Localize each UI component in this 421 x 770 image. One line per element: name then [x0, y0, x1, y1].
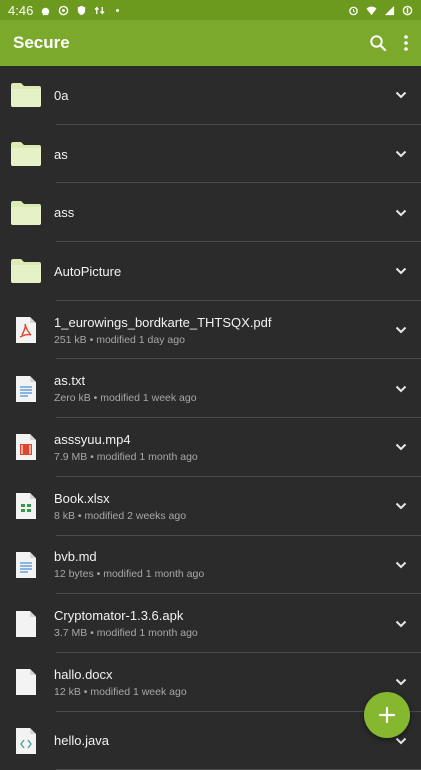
- item-name: as.txt: [54, 373, 86, 389]
- app-title: Secure: [13, 33, 70, 52]
- list-item[interactable]: Cryptomator-1.3.6.apk 3.7 MB • modified 1…: [0, 594, 421, 653]
- list-item[interactable]: hello.java: [0, 712, 421, 770]
- shield-icon: [78, 5, 86, 15]
- overflow-menu-icon[interactable]: [403, 34, 409, 52]
- alarm-icon: [349, 6, 358, 15]
- file-list: 0a as ass AutoPicture 1_eurowings_bordkarte_…: [0, 66, 421, 770]
- list-item[interactable]: as.txt Zero kB • modified 1 week ago: [0, 359, 421, 418]
- search-icon[interactable]: [369, 34, 387, 52]
- list-item[interactable]: 0a: [0, 66, 421, 125]
- item-meta: 12 kB • modified 1 week ago: [54, 685, 187, 698]
- wifi-icon: [366, 6, 377, 15]
- item-name: Book.xlsx: [54, 490, 110, 506]
- pdf-file-icon: [0, 316, 54, 344]
- chevron-down-icon[interactable]: [381, 385, 421, 393]
- file-icon: [0, 610, 54, 638]
- chevron-down-icon[interactable]: [381, 502, 421, 510]
- item-name: 0a: [54, 87, 69, 103]
- item-meta: 3.7 MB • modified 1 month ago: [54, 627, 198, 640]
- target-icon: [59, 5, 69, 15]
- item-name: as: [54, 146, 68, 162]
- spreadsheet-file-icon: [0, 492, 54, 520]
- folder-icon: [0, 141, 54, 167]
- video-file-icon: [0, 433, 54, 461]
- list-item[interactable]: ass: [0, 183, 421, 242]
- plus-icon: [379, 707, 395, 723]
- chevron-down-icon[interactable]: [381, 678, 421, 686]
- chevron-down-icon[interactable]: [381, 620, 421, 628]
- item-name: hello.java: [54, 733, 109, 749]
- item-name: hallo.docx: [54, 666, 113, 682]
- list-item[interactable]: 1_eurowings_bordkarte_THTSQX.pdf 251 kB •…: [0, 301, 421, 360]
- code-file-icon: [0, 727, 54, 755]
- list-item[interactable]: hallo.docx 12 kB • modified 1 week ago: [0, 653, 421, 712]
- chevron-down-icon[interactable]: [381, 150, 421, 158]
- data-transfer-icon: [94, 5, 105, 15]
- folder-icon: [0, 82, 54, 108]
- item-name: ass: [54, 205, 75, 221]
- list-item[interactable]: bvb.md 12 bytes • modified 1 month ago: [0, 536, 421, 595]
- chevron-down-icon[interactable]: [381, 443, 421, 451]
- item-meta: 251 kB • modified 1 day ago: [54, 333, 185, 346]
- chevron-down-icon[interactable]: [381, 737, 421, 745]
- signal-icon: [384, 5, 395, 15]
- text-file-icon: [0, 551, 54, 579]
- file-icon: [0, 668, 54, 696]
- status-bar: 4:46: [0, 0, 421, 20]
- item-name: Cryptomator-1.3.6.apk: [54, 608, 184, 624]
- status-time: 4:46: [8, 2, 34, 18]
- chevron-down-icon[interactable]: [381, 561, 421, 569]
- list-item[interactable]: asssyuu.mp4 7.9 MB • modified 1 month ago: [0, 418, 421, 477]
- list-item[interactable]: as: [0, 125, 421, 184]
- item-name: 1_eurowings_bordkarte_THTSQX.pdf: [54, 314, 272, 330]
- chevron-down-icon[interactable]: [381, 326, 421, 334]
- item-meta: 7.9 MB • modified 1 month ago: [54, 450, 198, 463]
- android-icon: [42, 7, 50, 15]
- item-name: asssyuu.mp4: [54, 431, 131, 447]
- chevron-down-icon[interactable]: [381, 91, 421, 99]
- battery-icon: [402, 5, 413, 15]
- item-meta: 8 kB • modified 2 weeks ago: [54, 509, 187, 522]
- item-name: bvb.md: [54, 549, 97, 565]
- item-meta: Zero kB • modified 1 week ago: [54, 392, 197, 405]
- dot-icon: [116, 8, 120, 12]
- chevron-down-icon[interactable]: [381, 267, 421, 275]
- text-file-icon: [0, 375, 54, 403]
- folder-icon: [0, 258, 54, 284]
- list-item[interactable]: AutoPicture: [0, 242, 421, 301]
- app-bar: Secure: [0, 20, 421, 66]
- add-fab-button[interactable]: [364, 692, 410, 738]
- folder-icon: [0, 200, 54, 226]
- item-meta: 12 bytes • modified 1 month ago: [54, 568, 205, 581]
- item-name: AutoPicture: [54, 263, 122, 279]
- list-item[interactable]: Book.xlsx 8 kB • modified 2 weeks ago: [0, 477, 421, 536]
- chevron-down-icon[interactable]: [381, 209, 421, 217]
